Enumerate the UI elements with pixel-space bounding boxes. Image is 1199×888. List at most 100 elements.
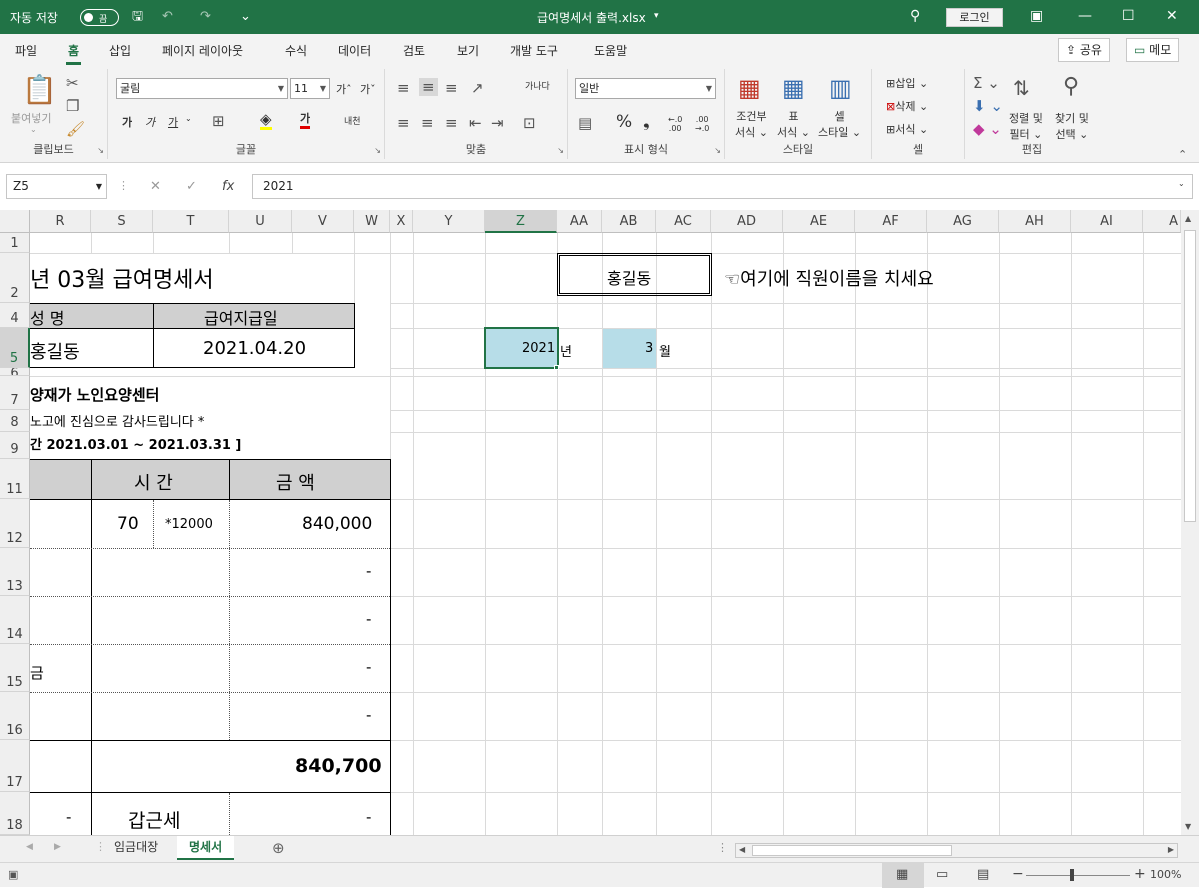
row-header-12[interactable]: 12 bbox=[0, 499, 30, 548]
customize-quick-access-icon[interactable]: ⌄ bbox=[240, 10, 251, 24]
fill-icon[interactable]: ⬇ ⌄ bbox=[973, 98, 1003, 114]
find-select-icon[interactable]: ⚲ bbox=[1063, 75, 1079, 99]
format-painter-icon[interactable]: 🖌 bbox=[66, 121, 85, 137]
paste-icon[interactable]: 📋 bbox=[22, 75, 57, 105]
underline-chevron-icon[interactable]: ⌄ bbox=[185, 114, 192, 123]
scroll-down-icon[interactable]: ▼ bbox=[1185, 822, 1191, 831]
next-sheet-icon[interactable]: ▶ bbox=[54, 842, 61, 852]
alignment-launcher-icon[interactable]: ↘ bbox=[557, 146, 564, 155]
tab-help[interactable]: 도움말 bbox=[594, 42, 627, 59]
decrease-font-size-button[interactable]: 가ˇ bbox=[360, 81, 376, 97]
row-header-18[interactable]: 18 bbox=[0, 792, 30, 835]
row-header-16[interactable]: 16 bbox=[0, 692, 30, 740]
col-header-AF[interactable]: AF bbox=[855, 210, 927, 233]
comma-style-icon[interactable]: ❟ bbox=[643, 114, 650, 131]
vertical-scroll-thumb[interactable] bbox=[1184, 230, 1196, 522]
col-header-Z[interactable]: Z bbox=[485, 210, 557, 233]
tab-insert[interactable]: 삽입 bbox=[109, 42, 131, 59]
increase-decimal-button[interactable]: ←.0.00 bbox=[668, 115, 682, 133]
row-header-7[interactable]: 7 bbox=[0, 376, 30, 410]
insert-cells-button[interactable]: ⊞삽입 ⌄ bbox=[886, 75, 928, 91]
month-value[interactable]: 3 bbox=[645, 341, 653, 356]
row-header-6[interactable]: 6 bbox=[0, 368, 30, 376]
col-header-X[interactable]: X bbox=[390, 210, 413, 233]
horizontal-scroll-thumb[interactable] bbox=[752, 845, 952, 856]
tab-file[interactable]: 파일 bbox=[15, 42, 37, 59]
tab-developer[interactable]: 개발 도구 bbox=[510, 42, 558, 59]
align-top-icon[interactable]: ≡ bbox=[397, 80, 410, 96]
format-as-table-button[interactable]: 표 서식 ⌄ bbox=[777, 108, 810, 140]
normal-view-button[interactable]: ▦ bbox=[882, 863, 924, 888]
zoom-in-icon[interactable]: + bbox=[1134, 866, 1146, 882]
zoom-slider[interactable] bbox=[1026, 875, 1130, 876]
row-header-1[interactable]: 1 bbox=[0, 233, 30, 253]
zoom-level[interactable]: 100% bbox=[1150, 868, 1181, 881]
zoom-slider-thumb[interactable] bbox=[1070, 869, 1074, 881]
autosum-icon[interactable]: Σ ⌄ bbox=[973, 75, 1000, 91]
file-name-chevron-icon[interactable]: ▾ bbox=[654, 11, 659, 21]
select-all-corner[interactable] bbox=[0, 210, 30, 233]
number-launcher-icon[interactable]: ↘ bbox=[714, 146, 721, 155]
orientation-icon[interactable]: ↗ bbox=[471, 80, 484, 96]
col-header-AG[interactable]: AG bbox=[927, 210, 999, 233]
row-header-17[interactable]: 17 bbox=[0, 740, 30, 792]
collapse-ribbon-icon[interactable]: ⌃ bbox=[1178, 147, 1187, 163]
col-header-W[interactable]: W bbox=[354, 210, 390, 233]
col-header-AA[interactable]: AA bbox=[557, 210, 602, 233]
row-header-2[interactable]: 2 bbox=[0, 253, 30, 303]
undo-icon[interactable]: ↶ bbox=[162, 10, 173, 24]
borders-icon[interactable]: ⊞ bbox=[212, 113, 225, 129]
col-header-V[interactable]: V bbox=[292, 210, 354, 233]
merge-center-icon[interactable]: ⊡ bbox=[523, 115, 536, 131]
redo-icon[interactable]: ↷ bbox=[200, 10, 211, 24]
col-header-AI[interactable]: AI bbox=[1071, 210, 1143, 233]
row-header-14[interactable]: 14 bbox=[0, 596, 30, 644]
horizontal-scrollbar[interactable]: ◀ ▶ bbox=[735, 843, 1178, 858]
prev-sheet-icon[interactable]: ◀ bbox=[26, 842, 33, 852]
vertical-scrollbar[interactable]: ▲ ▼ bbox=[1181, 210, 1199, 835]
maximize-icon[interactable]: ☐ bbox=[1122, 8, 1135, 24]
enter-icon[interactable]: ✓ bbox=[186, 179, 197, 194]
fill-handle[interactable] bbox=[554, 365, 559, 370]
row-header-5[interactable]: 5 bbox=[0, 328, 30, 368]
macro-record-icon[interactable]: ▣ bbox=[8, 868, 18, 881]
name-box[interactable]: Z5 ▼ bbox=[6, 174, 107, 199]
cell-styles-button[interactable]: 셀 스타일 ⌄ bbox=[818, 108, 861, 140]
sort-filter-icon[interactable]: ⇅ bbox=[1013, 77, 1030, 99]
tab-data[interactable]: 데이터 bbox=[338, 42, 371, 59]
find-select-button[interactable]: 찾기 및 선택 ⌄ bbox=[1055, 110, 1089, 142]
format-as-table-icon[interactable]: ▦ bbox=[782, 75, 805, 101]
delete-cells-button[interactable]: ⊠삭제 ⌄ bbox=[886, 98, 928, 114]
formula-input[interactable]: 2021 bbox=[252, 174, 1193, 199]
format-cells-button[interactable]: ⊞서식 ⌄ bbox=[886, 121, 928, 137]
font-name-combo[interactable]: 굴림 ▼ bbox=[116, 78, 288, 99]
share-button[interactable]: ⇪ 공유 bbox=[1058, 38, 1110, 62]
cell-styles-icon[interactable]: ▥ bbox=[829, 75, 852, 101]
page-break-view-icon[interactable]: ▤ bbox=[977, 867, 989, 882]
tab-review[interactable]: 검토 bbox=[403, 42, 425, 59]
align-center-icon[interactable]: ≡ bbox=[421, 115, 434, 131]
cut-icon[interactable]: ✂ bbox=[66, 75, 79, 91]
paste-chevron-icon[interactable]: ⌄ bbox=[30, 125, 37, 134]
font-launcher-icon[interactable]: ↘ bbox=[374, 146, 381, 155]
scroll-left-icon[interactable]: ◀ bbox=[739, 845, 745, 854]
increase-font-size-button[interactable]: 가ˆ bbox=[336, 81, 352, 97]
zoom-out-icon[interactable]: − bbox=[1012, 866, 1024, 882]
ribbon-display-icon[interactable]: ▣ bbox=[1030, 8, 1043, 24]
col-header-R[interactable]: R bbox=[30, 210, 91, 233]
row-header-11[interactable]: 11 bbox=[0, 459, 30, 499]
col-header-AC[interactable]: AC bbox=[656, 210, 711, 233]
align-bottom-icon[interactable]: ≡ bbox=[445, 80, 458, 96]
worksheet-grid[interactable]: 년 03월 급여명세서 성 명 급여지급일 홍길동 2021.04.20 양재가… bbox=[0, 210, 1181, 835]
page-layout-view-icon[interactable]: ▭ bbox=[936, 867, 948, 882]
login-button[interactable]: 로그인 bbox=[946, 8, 1003, 27]
bold-button[interactable]: 가 bbox=[122, 114, 132, 130]
font-color-button[interactable]: 가 bbox=[300, 112, 311, 129]
copy-icon[interactable]: ❐ bbox=[66, 98, 79, 114]
tab-view[interactable]: 보기 bbox=[457, 42, 479, 59]
comments-button[interactable]: ▭ 메모 bbox=[1126, 38, 1180, 62]
fill-color-icon[interactable]: ◈ bbox=[260, 111, 272, 130]
sheet-tab-payslip[interactable]: 명세서 bbox=[177, 836, 235, 860]
percent-style-icon[interactable]: % bbox=[616, 114, 632, 131]
expand-formula-bar-icon[interactable]: ⌄ bbox=[1178, 179, 1185, 188]
